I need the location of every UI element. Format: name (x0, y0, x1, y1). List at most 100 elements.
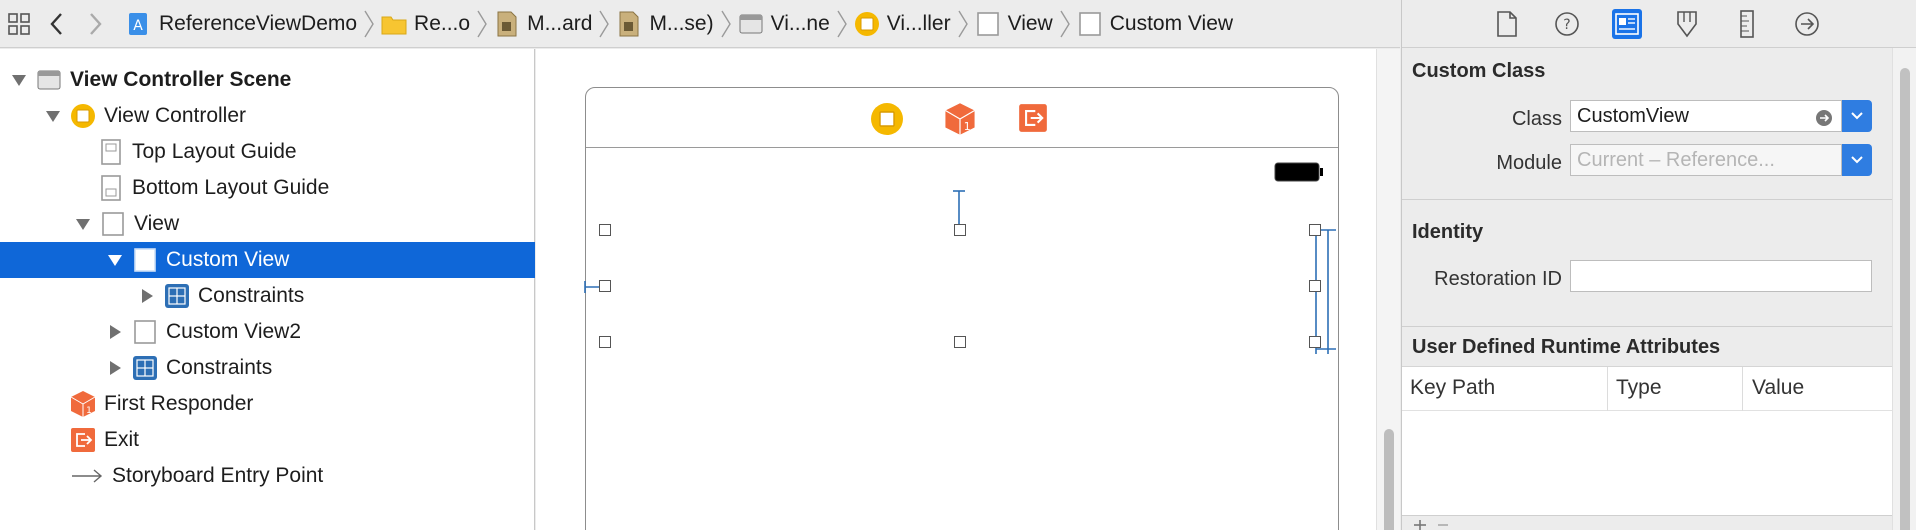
column-divider[interactable] (1742, 367, 1743, 411)
breadcrumb-separator-icon (1060, 10, 1070, 37)
disclosure-collapsed-icon[interactable] (136, 285, 158, 307)
outline-row-exit[interactable]: Exit (0, 422, 535, 458)
module-field[interactable]: Current – Reference... (1570, 144, 1842, 176)
view-icon (1077, 11, 1103, 37)
disclosure-collapsed-icon[interactable] (104, 357, 126, 379)
runtime-attributes-title: User Defined Runtime Attributes (1412, 336, 1721, 358)
back-button[interactable] (38, 0, 76, 47)
inspector-scrollbar[interactable] (1892, 48, 1916, 530)
outline-label: Storyboard Entry Point (112, 464, 324, 487)
arrow-circle-icon[interactable] (1815, 109, 1833, 127)
outline-row-custom-view[interactable]: Custom View (0, 242, 535, 278)
plus-icon (1414, 520, 1448, 530)
resize-handle[interactable] (1309, 336, 1321, 348)
forward-button[interactable] (76, 0, 114, 47)
bottom-layout-guide-icon (98, 174, 124, 202)
restoration-id-field[interactable] (1570, 260, 1872, 292)
storyboard-icon (494, 11, 520, 37)
crumb-view[interactable]: View (975, 11, 1053, 37)
section-divider (1402, 199, 1916, 200)
storyboard-icon (616, 11, 642, 37)
resize-handle[interactable] (599, 224, 611, 236)
scrollbar-thumb[interactable] (1900, 68, 1910, 530)
class-dropdown-button[interactable] (1842, 100, 1872, 132)
scrollbar-thumb[interactable] (1384, 429, 1394, 530)
class-value: CustomView (1577, 104, 1689, 127)
crumb-label: M...ard (527, 11, 593, 35)
outline-row-view-controller[interactable]: View Controller (0, 98, 535, 134)
resize-handle[interactable] (954, 336, 966, 348)
arrow-circle-icon (1795, 12, 1819, 36)
outline-row-constraints[interactable]: Constraints (0, 278, 535, 314)
related-items-button[interactable] (0, 0, 38, 47)
class-label: Class (1511, 108, 1562, 130)
outline-row-top-layout-guide[interactable]: Top Layout Guide (0, 134, 535, 170)
folder-icon (381, 11, 407, 37)
section-divider (1402, 326, 1916, 327)
column-divider[interactable] (1607, 367, 1608, 411)
crumb-storyboard[interactable]: M...ard (494, 11, 592, 37)
outline-row-first-responder[interactable]: 1 First Responder (0, 386, 535, 422)
outline-label: View Controller (104, 104, 247, 127)
crumb-label: Vi...ller (886, 11, 951, 35)
resize-handle[interactable] (954, 224, 966, 236)
disclosure-expanded-icon[interactable] (42, 105, 64, 127)
outline-row-entry-point[interactable]: Storyboard Entry Point (0, 458, 535, 494)
outline-row-view-constraints[interactable]: Constraints (0, 350, 535, 386)
crumb-label: Re...o (414, 11, 471, 35)
outline-row-bottom-layout-guide[interactable]: Bottom Layout Guide (0, 170, 535, 206)
quick-help-tab[interactable]: ? (1552, 9, 1582, 39)
breadcrumb-separator-icon (477, 10, 487, 37)
size-inspector-tab[interactable] (1732, 9, 1762, 39)
outline-label: Exit (104, 428, 140, 451)
chevron-right-icon (90, 12, 102, 35)
add-attribute-button[interactable] (1410, 516, 1450, 530)
view-icon (100, 210, 126, 238)
storyboard-canvas[interactable]: 1 (536, 49, 1400, 530)
crumb-view-controller[interactable]: Vi...ller (854, 11, 951, 37)
canvas-scrollbar[interactable] (1376, 49, 1400, 530)
column-value[interactable]: Value (1752, 376, 1804, 400)
ruler-icon (1740, 10, 1754, 38)
outline-label: View Controller Scene (70, 68, 292, 91)
crumb-label: Vi...ne (770, 11, 830, 35)
breadcrumb-separator-icon (599, 10, 610, 37)
column-key-path[interactable]: Key Path (1410, 376, 1495, 400)
resize-handle[interactable] (599, 336, 611, 348)
outline-label: Top Layout Guide (132, 140, 297, 163)
outline-row-custom-view2[interactable]: Custom View2 (0, 314, 535, 350)
crumb-label: View (1007, 11, 1053, 35)
identity-inspector-tab[interactable] (1612, 9, 1642, 39)
outline-row-scene[interactable]: View Controller Scene (0, 62, 535, 98)
resize-handle[interactable] (599, 280, 611, 292)
disclosure-expanded-icon[interactable] (8, 69, 30, 91)
outline-label: View (134, 212, 180, 235)
document-outline: View Controller Scene View Controller To… (0, 49, 535, 530)
crumb-scene[interactable]: Vi...ne (738, 11, 830, 37)
attributes-inspector-tab[interactable] (1672, 9, 1702, 39)
crumb-folder[interactable]: Re...o (381, 11, 470, 37)
crumb-project[interactable]: A ReferenceViewDemo (126, 11, 357, 37)
crumb-storyboard-base[interactable]: M...se) (616, 11, 714, 37)
column-type[interactable]: Type (1616, 376, 1662, 400)
identity-card-icon (1615, 13, 1639, 35)
constraint-lines (584, 190, 1336, 354)
custom-class-title: Custom Class (1412, 60, 1546, 82)
outline-row-view[interactable]: View (0, 206, 535, 242)
chevron-down-icon (1851, 156, 1863, 164)
constraints-icon (164, 282, 190, 310)
runtime-attributes-table[interactable]: Key Path Type Value (1402, 366, 1892, 516)
table-header: Key Path Type Value (1402, 367, 1892, 411)
resize-handle[interactable] (1309, 224, 1321, 236)
scene-icon (738, 11, 764, 37)
resize-handle[interactable] (1309, 280, 1321, 292)
disclosure-collapsed-icon[interactable] (104, 321, 126, 343)
disclosure-expanded-icon[interactable] (72, 213, 94, 235)
crumb-custom-view[interactable]: Custom View (1077, 11, 1233, 37)
class-field[interactable]: CustomView (1570, 100, 1842, 132)
disclosure-expanded-icon[interactable] (104, 249, 126, 271)
file-inspector-tab[interactable] (1492, 9, 1522, 39)
connections-inspector-tab[interactable] (1792, 9, 1822, 39)
attributes-shield-icon (1677, 11, 1697, 38)
module-dropdown-button[interactable] (1842, 144, 1872, 176)
